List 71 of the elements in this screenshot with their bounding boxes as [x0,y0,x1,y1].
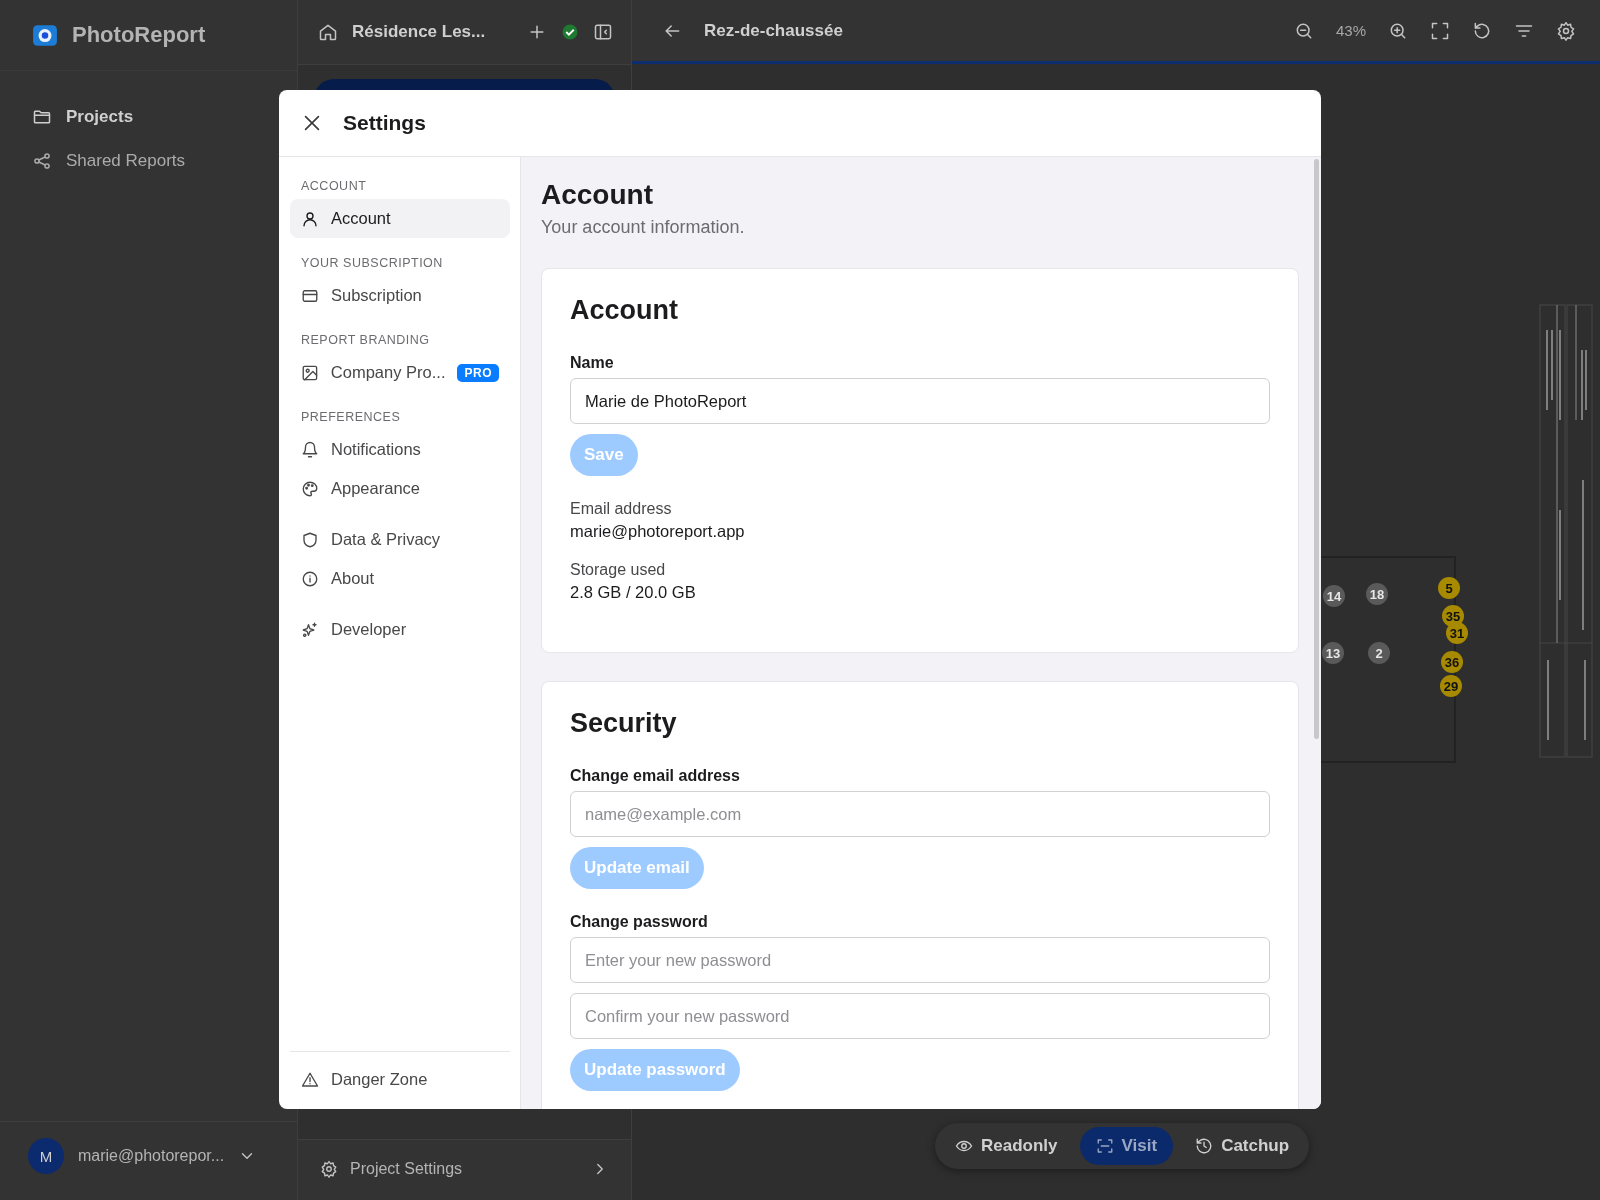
field-label: Change email address [570,767,741,785]
image-icon [301,363,319,382]
avatar[interactable]: M [28,1138,64,1174]
nav-item[interactable]: Projects [20,97,146,137]
app-name: PhotoReport [72,22,206,48]
mode-button[interactable]: Visit [1079,1127,1174,1165]
plan-pin[interactable]: 31 [1446,622,1468,644]
user-icon [301,209,319,228]
settings-menu-item[interactable]: Danger Zone [290,1060,439,1099]
share-icon [32,151,52,171]
shield-icon [301,530,319,549]
settings-icon[interactable] [1556,20,1576,41]
mode-button[interactable]: Catchup [1179,1127,1306,1165]
settings-menu-item[interactable]: Notifications [290,430,510,469]
settings-menu-item[interactable]: Developer [290,610,510,649]
card-title: Account [570,295,679,326]
settings-menu-item[interactable]: Appearance [290,469,510,508]
project-settings-link[interactable]: Project Settings [350,1160,463,1178]
info-icon [301,569,319,588]
section-heading: ACCOUNT [300,178,368,195]
check-circle-icon [561,23,579,41]
home-icon[interactable] [318,22,338,42]
nav-item[interactable]: Shared Reports [20,141,198,181]
history-icon [1195,1137,1214,1155]
dialog-title: Settings [343,111,426,135]
mode-button[interactable]: Readonly [939,1127,1074,1165]
warning-icon [301,1070,319,1089]
card-title: Security [570,708,678,739]
settings-icon[interactable] [320,1160,338,1178]
input-field[interactable]: Enter your new password [570,937,1270,983]
bell-icon [301,440,319,459]
info-label: Storage used [570,561,667,579]
settings-menu-item[interactable]: About [290,559,510,598]
input-field[interactable]: Marie de PhotoReport [570,378,1270,424]
settings-menu-item[interactable]: Company Pro... PRO [290,353,510,392]
rotate-icon[interactable] [1472,20,1492,41]
fullscreen-icon[interactable] [1430,20,1450,41]
field-label: Change password [570,913,709,931]
user-email: marie@photorepor... [78,1147,225,1165]
scrollbar[interactable] [1314,159,1319,739]
plan-title: Rez-de-chaussée [704,20,844,41]
zoom-level: 43% [1335,22,1366,39]
logo-icon [32,22,58,48]
sparkle-icon [301,620,319,639]
scan-icon [1095,1137,1114,1155]
settings-menu-item[interactable]: Data & Privacy [290,520,510,559]
page-subtitle: Your account information. [541,217,746,238]
info-label: Email address [570,500,673,518]
folder-icon [32,107,52,127]
section-heading: PREFERENCES [300,409,402,426]
plan-pin[interactable]: 18 [1366,583,1388,605]
input-field[interactable]: name@example.com [570,791,1270,837]
settings-menu-item[interactable]: Account [290,199,510,238]
plan-pin[interactable]: 13 [1322,642,1344,664]
plan-pin[interactable]: 5 [1438,577,1460,599]
page-title: Account [541,179,654,211]
section-heading: REPORT BRANDING [300,332,431,349]
project-title: Résidence Les... [352,22,487,42]
plan-pin[interactable]: 14 [1323,585,1345,607]
field-label: Name [570,354,615,372]
plan-pin[interactable]: 36 [1441,651,1463,673]
plan-pin[interactable]: 29 [1440,675,1462,697]
settings-menu-item[interactable]: Subscription [290,276,510,315]
pro-badge: PRO [457,363,499,382]
input-field[interactable]: Confirm your new password [570,993,1270,1039]
sidebar-toggle-icon[interactable] [593,22,613,42]
info-value: 2.8 GB / 20.0 GB [570,583,697,602]
plan-pin[interactable]: 2 [1368,642,1390,664]
section-heading: YOUR SUBSCRIPTION [300,255,444,272]
info-value: marie@photoreport.app [570,522,746,541]
palette-icon [301,479,319,498]
